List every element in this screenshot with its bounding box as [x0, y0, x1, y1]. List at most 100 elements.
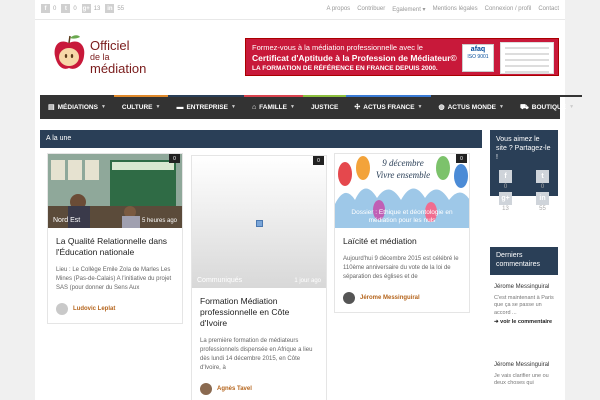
article-author[interactable]: Agnès Tavel: [200, 383, 318, 395]
article-card[interactable]: 0 Communiqués 1 jour ago Formation Média…: [191, 155, 327, 400]
article-author[interactable]: Ludovic Leplat: [56, 303, 174, 315]
logo-line-3: médiation: [90, 61, 147, 76]
linkedin-icon: in: [536, 192, 549, 205]
article-title[interactable]: Formation Médiation professionnelle en C…: [200, 296, 318, 329]
top-links: A propos Contribuer Egalement ▾ Mentions…: [327, 6, 560, 13]
nav-label: Médiations: [57, 103, 98, 111]
nav-label: Famille: [259, 103, 287, 111]
article-excerpt: La première formation de médiateurs prof…: [200, 338, 313, 371]
author-name: Ludovic Leplat: [73, 306, 116, 312]
chevron-down-icon: ▼: [499, 104, 504, 110]
top-link-apropos[interactable]: A propos: [327, 6, 351, 13]
twitter-icon: t: [536, 170, 549, 183]
nav-item-actus-france[interactable]: ✣ Actus France ▼: [346, 95, 431, 119]
view-comment-label: voir le commentaire: [500, 319, 553, 325]
author-name: Jérome Messinguiral: [360, 295, 420, 301]
home-icon: ⌂: [251, 103, 257, 111]
social-counter-googleplus[interactable]: g+ 13: [81, 4, 101, 13]
nav-item-actus-monde[interactable]: ◍ Actus monde ▼: [430, 95, 512, 119]
site-logo[interactable]: Officiel de la médiation: [53, 30, 163, 80]
nav-label: Culture: [121, 103, 153, 111]
top-link-contribuer[interactable]: Contribuer: [357, 6, 385, 13]
nav-color-stripe: [113, 95, 169, 97]
comment-author[interactable]: Jérome Messinguiral: [494, 284, 554, 292]
share-facebook[interactable]: f 0: [499, 170, 512, 190]
view-comment-link[interactable]: ➜ voir le commentaire: [494, 319, 554, 327]
share-googleplus[interactable]: g+ 13: [499, 192, 512, 212]
article-time: 1 jour ago: [294, 278, 321, 284]
top-link-egalement[interactable]: Egalement ▾: [392, 6, 425, 13]
nav-item-boutique[interactable]: ⛟ Boutique ▼: [511, 95, 583, 119]
share-twitter[interactable]: t 0: [536, 170, 549, 190]
chevron-down-icon: ▼: [289, 104, 295, 110]
comment-count-badge: 0: [456, 154, 467, 163]
avatar: [56, 303, 68, 315]
nav-item-justice[interactable]: Justice: [302, 95, 347, 119]
image-caption-title: Vivre ensemble: [376, 170, 430, 180]
training-banner-ad[interactable]: Formez-vous à la médiation professionnel…: [245, 38, 559, 76]
share-linkedin[interactable]: in 55: [536, 192, 549, 212]
article-card[interactable]: 0 Nord Est 5 heures ago La Qualité Relat…: [47, 153, 183, 324]
article-title[interactable]: Laïcité et médiation: [343, 236, 461, 247]
article-category[interactable]: Nord Est: [53, 217, 80, 224]
chevron-down-icon: ▼: [417, 104, 423, 110]
share-count: 0: [503, 184, 508, 190]
cart-icon: ⛟: [519, 103, 529, 111]
comment-author[interactable]: Jérome Messinguiral: [494, 362, 554, 370]
top-link-contact[interactable]: Contact: [538, 6, 559, 13]
comment-count-badge: 0: [169, 154, 180, 163]
social-counter-linkedin[interactable]: in 55: [105, 4, 124, 13]
comment-excerpt: Je vais clarifier une ou deux choses qui: [494, 372, 549, 387]
nav-label: Actus France: [363, 103, 415, 111]
recent-comment[interactable]: Jérome Messinguiral C'est maintenant à P…: [490, 284, 558, 327]
chevron-down-icon: ▼: [155, 104, 161, 110]
article-category[interactable]: Communiqués: [197, 277, 242, 284]
article-thumbnail[interactable]: 0 Nord Est 5 heures ago: [48, 154, 182, 228]
comment-excerpt: C'est maintenant à Paris que ça se passe…: [494, 294, 554, 316]
list-icon: ▤: [48, 104, 55, 111]
article-card[interactable]: 9 décembre Vivre ensemble 0 Dossier : Et…: [334, 153, 470, 313]
nav-color-stripe: [40, 95, 114, 97]
nav-color-stripe: [168, 95, 244, 97]
share-count: 55: [539, 206, 546, 212]
nav-color-stripe: [243, 95, 303, 97]
googleplus-icon: g+: [81, 4, 91, 13]
nav-item-famille[interactable]: ⌂ Famille ▼: [243, 95, 303, 119]
share-count: 0: [540, 184, 545, 190]
article-title[interactable]: La Qualité Relationnelle dans l'Éducatio…: [56, 236, 174, 258]
avatar: [343, 292, 355, 304]
nav-color-stripe: [430, 95, 512, 97]
linkedin-icon: in: [105, 4, 115, 13]
recent-comments-title: Derniers commentaires: [490, 247, 558, 275]
recent-comment[interactable]: Jérome Messinguiral Je vais clarifier un…: [490, 362, 558, 388]
social-counter-facebook[interactable]: f 0: [41, 4, 56, 13]
chevron-down-icon: ▼: [100, 104, 106, 110]
top-link-connexion[interactable]: Connexion / profil: [485, 6, 532, 13]
share-buttons: f 0 t 0 g+ 13 in 55: [490, 170, 558, 212]
apple-logo-icon: [54, 35, 85, 69]
site-container: f 0 t 0 g+ 13 in 55 A propos Contribuer …: [35, 0, 583, 400]
article-thumbnail[interactable]: 9 décembre Vivre ensemble 0 Dossier : Et…: [335, 154, 469, 228]
nav-item-entreprise[interactable]: ▬ Entreprise ▼: [168, 95, 244, 119]
social-count: 55: [117, 5, 125, 12]
briefcase-icon: ▬: [176, 103, 184, 111]
facebook-icon: f: [499, 170, 512, 183]
page: f 0 t 0 g+ 13 in 55 A propos Contribuer …: [0, 0, 600, 400]
nav-label: Entreprise: [186, 103, 228, 111]
broken-image-icon: [256, 220, 263, 227]
nav-item-médiations[interactable]: ▤ Médiations ▼: [40, 95, 114, 119]
article-author[interactable]: Jérome Messinguiral: [343, 292, 461, 304]
comment-count-badge: 0: [313, 156, 324, 165]
nav-item-culture[interactable]: Culture ▼: [113, 95, 169, 119]
social-counter-twitter[interactable]: t 0: [61, 4, 77, 13]
nav-label: Actus monde: [447, 103, 496, 111]
social-count: 13: [93, 5, 101, 12]
banner-line-1: Formez-vous à la médiation professionnel…: [252, 43, 423, 52]
chevron-down-icon: ▼: [230, 104, 236, 110]
social-count: 0: [53, 5, 57, 12]
nav-color-stripe: [346, 95, 431, 97]
article-thumbnail[interactable]: 0 Communiqués 1 jour ago: [192, 156, 326, 288]
googleplus-icon: g+: [499, 192, 512, 205]
article-category[interactable]: Dossier : Ethique et déontologie en médi…: [341, 209, 463, 225]
top-link-mentions[interactable]: Mentions légales: [433, 6, 478, 13]
